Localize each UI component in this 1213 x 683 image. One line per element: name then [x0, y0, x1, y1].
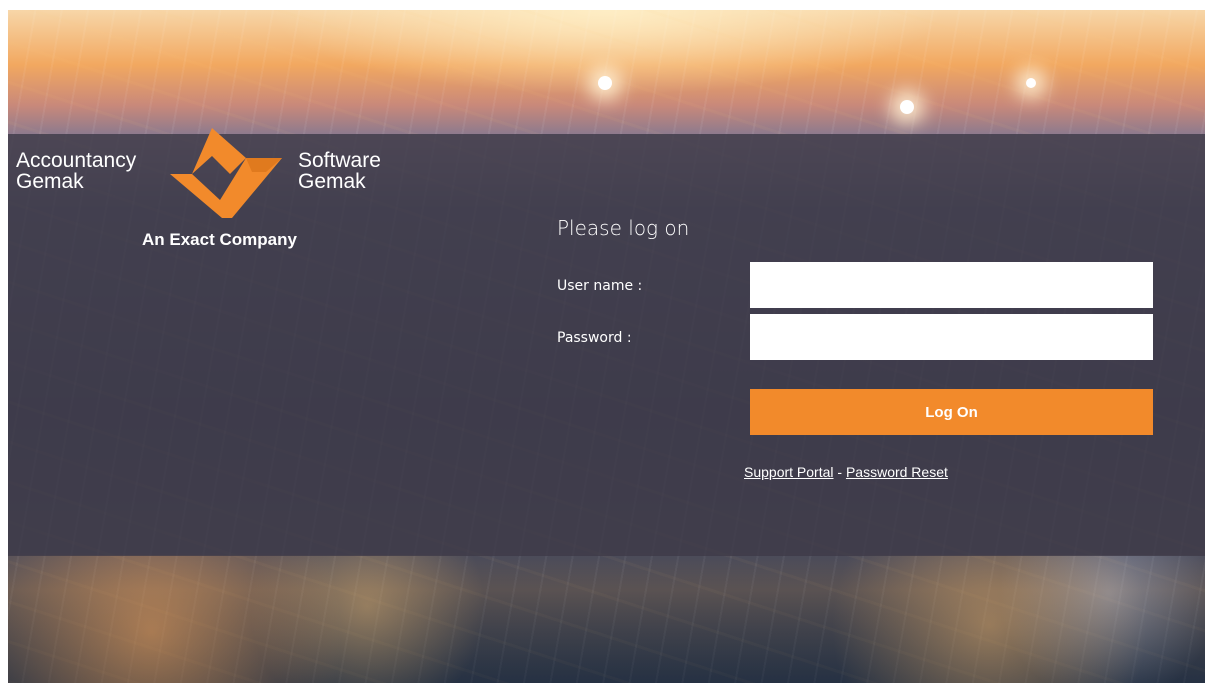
brand-logo: Accountancy Gemak Software Gemak An Exac…	[14, 128, 414, 258]
brand-tagline: An Exact Company	[142, 230, 297, 249]
support-portal-link[interactable]: Support Portal	[744, 464, 834, 480]
light-flare-icon	[598, 76, 612, 90]
login-heading: Please log on	[557, 216, 690, 240]
log-on-button[interactable]: Log On	[750, 389, 1153, 435]
username-input[interactable]	[750, 262, 1153, 308]
brand-left-line1: Accountancy	[16, 149, 137, 172]
light-flare-icon	[1026, 78, 1036, 88]
brand-left-line2: Gemak	[16, 170, 84, 193]
brand-right-line1: Software	[298, 149, 381, 172]
help-links: Support Portal - Password Reset	[744, 464, 948, 480]
password-reset-link[interactable]: Password Reset	[846, 464, 948, 480]
password-input[interactable]	[750, 314, 1153, 360]
username-label: User name :	[557, 278, 643, 294]
password-label: Password :	[557, 330, 632, 346]
links-separator: -	[833, 464, 846, 480]
light-flare-icon	[900, 100, 914, 114]
brand-right-line2: Gemak	[298, 170, 366, 193]
diamond-logo-icon	[170, 128, 282, 218]
